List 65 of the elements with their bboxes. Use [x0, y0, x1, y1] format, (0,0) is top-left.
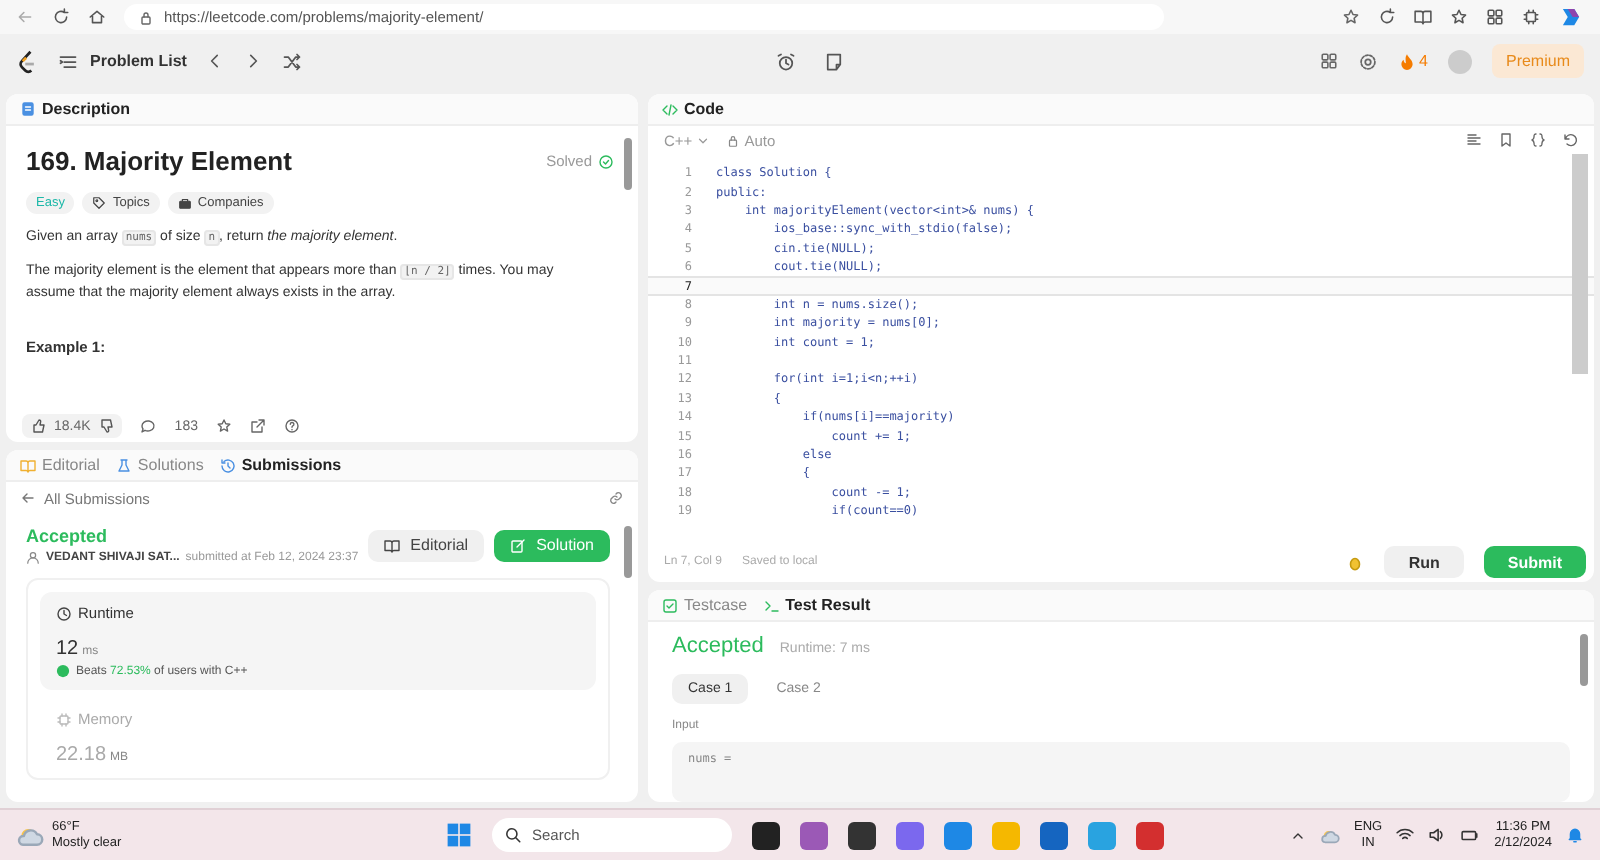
battery-icon[interactable]	[1460, 826, 1481, 844]
favorites-icon[interactable]	[1450, 8, 1468, 26]
notification-icon[interactable]	[1566, 826, 1584, 844]
panel-tab[interactable]: Testcase	[662, 596, 748, 614]
star-icon[interactable]	[215, 418, 232, 434]
alarm-clock-icon[interactable]	[776, 51, 797, 71]
wifi-icon[interactable]	[1396, 826, 1415, 844]
refresh-icon[interactable]	[52, 8, 70, 26]
book-icon	[20, 457, 36, 473]
back-arrow-icon[interactable]	[20, 490, 36, 506]
next-icon[interactable]	[244, 52, 263, 70]
start-icon[interactable]	[446, 822, 472, 848]
search-icon	[504, 826, 522, 844]
scrollbar[interactable]	[624, 138, 632, 190]
check-circle-icon	[598, 153, 614, 169]
flask-icon	[115, 457, 132, 473]
list-icon	[58, 51, 78, 71]
panel-tab[interactable]: Test Result	[763, 596, 871, 614]
logo-icon[interactable]	[16, 49, 38, 73]
shuffle-icon[interactable]	[282, 51, 303, 71]
reset-icon[interactable]	[1562, 132, 1578, 148]
book-icon	[384, 537, 401, 553]
code-tab[interactable]: Code	[662, 100, 724, 118]
document-icon	[20, 100, 36, 118]
extensions-icon[interactable]	[1522, 8, 1540, 26]
user-icon	[26, 550, 40, 564]
edit-icon	[510, 537, 527, 553]
history-icon	[219, 457, 236, 473]
scrollbar[interactable]	[624, 526, 632, 578]
home-icon[interactable]	[88, 8, 106, 26]
speaker-icon[interactable]	[1428, 826, 1447, 844]
clock-icon	[56, 605, 72, 621]
submission-status: Accepted	[26, 526, 110, 546]
help-icon[interactable]	[283, 418, 300, 434]
format-icon[interactable]	[1466, 132, 1482, 148]
terminal-icon	[763, 597, 780, 613]
thumbs-down-icon	[98, 418, 115, 434]
refresh-icon[interactable]	[1378, 8, 1396, 26]
panel-tab[interactable]: Submissions	[219, 456, 342, 474]
flame-icon	[1397, 51, 1416, 71]
problem-list-button[interactable]: Problem List	[58, 51, 187, 71]
result-verdict: Accepted	[672, 634, 764, 658]
star-icon[interactable]	[1342, 8, 1360, 26]
scrollbar[interactable]	[1572, 154, 1588, 374]
problem-title: 169. Majority Element	[26, 146, 292, 176]
split-view-icon[interactable]	[1414, 8, 1432, 26]
share-icon[interactable]	[249, 418, 266, 434]
scrollbar[interactable]	[1580, 634, 1588, 686]
description-tab[interactable]: Description	[20, 100, 131, 118]
memory-icon	[56, 711, 72, 727]
grid-icon[interactable]	[1319, 52, 1338, 70]
note-icon[interactable]	[824, 51, 845, 71]
checkbox-icon	[662, 597, 678, 613]
link-icon[interactable]	[608, 490, 624, 506]
tag-icon	[92, 196, 107, 210]
comment-icon[interactable]	[140, 418, 157, 434]
bookmark-icon[interactable]	[1498, 132, 1514, 148]
caret-icon	[696, 133, 711, 147]
code-icon	[662, 101, 678, 117]
editorial-button[interactable]: Editorial	[368, 529, 485, 561]
collections-icon[interactable]	[1486, 8, 1504, 26]
braces-icon[interactable]	[1530, 132, 1546, 148]
settings-icon[interactable]	[1357, 51, 1378, 71]
thumbs-up-icon	[30, 418, 46, 434]
run-button[interactable]: Run	[1384, 546, 1464, 578]
